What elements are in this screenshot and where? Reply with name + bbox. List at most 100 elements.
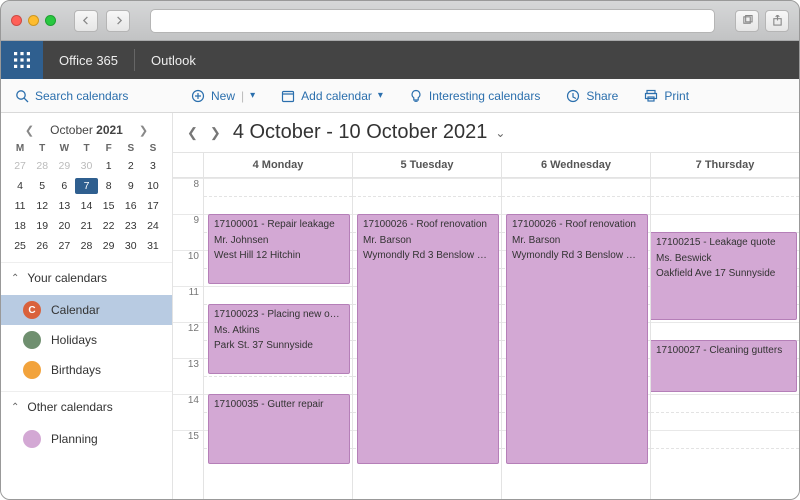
day-column[interactable]: 17100026 - Roof renovationMr. BarsonWymo…: [352, 178, 501, 499]
day-column[interactable]: 17100026 - Roof renovationMr. BarsonWymo…: [501, 178, 650, 499]
close-window-button[interactable]: [11, 15, 22, 26]
mini-cal-day[interactable]: 8: [98, 178, 120, 194]
time-ruler: 89101112131415: [173, 178, 203, 499]
search-icon: [15, 89, 29, 103]
day-header[interactable]: 6 Wednesday: [501, 153, 650, 177]
mini-cal-day[interactable]: 27: [53, 238, 75, 254]
mini-cal-day[interactable]: 20: [53, 218, 75, 234]
calendar-item-birthdays[interactable]: Birthdays: [1, 355, 172, 385]
search-calendars[interactable]: Search calendars: [15, 89, 165, 103]
calendar-item-primary[interactable]: C Calendar: [1, 295, 172, 325]
mini-cal-day[interactable]: 13: [53, 198, 75, 214]
window-titlebar: [1, 1, 799, 41]
hour-label: 11: [173, 286, 203, 322]
lightbulb-icon: [409, 89, 423, 103]
tabs-button[interactable]: [735, 10, 759, 32]
mini-cal-day[interactable]: 30: [75, 158, 97, 174]
mini-cal-day[interactable]: 28: [31, 158, 53, 174]
mini-cal-day[interactable]: 26: [31, 238, 53, 254]
other-calendars-header[interactable]: ⌃ Other calendars: [1, 391, 172, 422]
mini-cal-day[interactable]: 15: [98, 198, 120, 214]
print-button[interactable]: Print: [644, 89, 689, 103]
mini-cal-day[interactable]: 23: [120, 218, 142, 234]
calendar-item-planning[interactable]: Planning: [1, 424, 172, 454]
mini-cal-day[interactable]: 29: [53, 158, 75, 174]
mini-cal-day[interactable]: 6: [53, 178, 75, 194]
app-brand[interactable]: Outlook: [135, 41, 212, 79]
week-grid: 89101112131415 17100001 - Repair leakage…: [173, 178, 799, 499]
range-title-dropdown[interactable]: 4 October - 10 October 2021 ⌄: [233, 121, 506, 144]
nav-forward-button[interactable]: [106, 10, 130, 32]
calendar-event[interactable]: 17100001 - Repair leakageMr. JohnsenWest…: [208, 214, 350, 284]
mini-cal-day[interactable]: 25: [9, 238, 31, 254]
day-header[interactable]: 7 Thursday: [650, 153, 799, 177]
mini-cal-title: October 2021: [50, 123, 123, 137]
mini-cal-day[interactable]: 21: [75, 218, 97, 234]
range-prev-button[interactable]: ❮: [187, 125, 198, 141]
mini-cal-day-header: T: [75, 143, 97, 154]
mini-cal-day[interactable]: 22: [98, 218, 120, 234]
mini-cal-day[interactable]: 7: [75, 178, 97, 194]
mini-cal-day[interactable]: 29: [98, 238, 120, 254]
mini-cal-day[interactable]: 30: [120, 238, 142, 254]
calendar-label: Birthdays: [51, 363, 101, 377]
day-column[interactable]: 17100215 - Leakage quoteMs. BeswickOakfi…: [650, 178, 799, 499]
event-contact: Ms. Beswick: [656, 252, 791, 266]
share-system-button[interactable]: [765, 10, 789, 32]
hour-label: 14: [173, 394, 203, 430]
mini-cal-day-header: W: [53, 143, 75, 154]
day-header[interactable]: 4 Monday: [203, 153, 352, 177]
chevron-down-icon: ⌄: [495, 126, 505, 140]
mini-cal-day[interactable]: 10: [142, 178, 164, 194]
interesting-calendars-button[interactable]: Interesting calendars: [409, 89, 540, 103]
calendar-event[interactable]: 17100026 - Roof renovationMr. BarsonWymo…: [506, 214, 648, 464]
calendar-event[interactable]: 17100035 - Gutter repair: [208, 394, 350, 464]
suite-brand[interactable]: Office 365: [43, 41, 134, 79]
calendar-item-holidays[interactable]: Holidays: [1, 325, 172, 355]
new-event-button[interactable]: New |▾: [191, 89, 255, 103]
mini-cal-day-header: S: [142, 143, 164, 154]
mini-cal-next[interactable]: ❯: [139, 124, 148, 137]
nav-back-button[interactable]: [74, 10, 98, 32]
day-header[interactable]: 5 Tuesday: [352, 153, 501, 177]
mini-cal-day[interactable]: 3: [142, 158, 164, 174]
mini-cal-day[interactable]: 28: [75, 238, 97, 254]
calendar-event[interactable]: 17100215 - Leakage quoteMs. BeswickOakfi…: [651, 232, 797, 320]
minimize-window-button[interactable]: [28, 15, 39, 26]
share-button[interactable]: Share: [566, 89, 618, 103]
mini-cal-day[interactable]: 4: [9, 178, 31, 194]
mini-cal-day[interactable]: 24: [142, 218, 164, 234]
mini-cal-day[interactable]: 12: [31, 198, 53, 214]
calendar-add-icon: [281, 89, 295, 103]
range-next-button[interactable]: ❯: [210, 125, 221, 141]
mini-cal-day[interactable]: 5: [31, 178, 53, 194]
mini-cal-day[interactable]: 31: [142, 238, 164, 254]
search-placeholder: Search calendars: [35, 89, 128, 103]
app-launcher-button[interactable]: [1, 41, 43, 79]
address-bar[interactable]: [150, 9, 715, 33]
mini-cal-day[interactable]: 9: [120, 178, 142, 194]
mini-cal-day[interactable]: 18: [9, 218, 31, 234]
add-calendar-button[interactable]: Add calendar ▾: [281, 89, 383, 103]
chevron-up-icon: ⌃: [11, 402, 19, 413]
mini-cal-day[interactable]: 1: [98, 158, 120, 174]
calendar-label: Holidays: [51, 333, 97, 347]
mini-cal-day[interactable]: 27: [9, 158, 31, 174]
mini-cal-day[interactable]: 11: [9, 198, 31, 214]
mini-cal-day[interactable]: 14: [75, 198, 97, 214]
day-column[interactable]: 17100001 - Repair leakageMr. JohnsenWest…: [203, 178, 352, 499]
chevron-up-icon: ⌃: [11, 273, 19, 284]
mini-cal-day[interactable]: 16: [120, 198, 142, 214]
share-icon: [566, 89, 580, 103]
calendar-event[interactable]: 17100027 - Cleaning gutters: [651, 340, 797, 392]
your-calendars-header[interactable]: ⌃ Your calendars: [1, 262, 172, 293]
sidebar: ❮ October 2021 ❯ MTWTFSS2728293012345678…: [1, 113, 173, 499]
mini-cal-day[interactable]: 17: [142, 198, 164, 214]
mini-cal-day[interactable]: 2: [120, 158, 142, 174]
day-headers-row: 4 Monday 5 Tuesday 6 Wednesday 7 Thursda…: [173, 152, 799, 178]
calendar-event[interactable]: 17100026 - Roof renovationMr. BarsonWymo…: [357, 214, 499, 464]
mini-cal-prev[interactable]: ❮: [25, 124, 34, 137]
maximize-window-button[interactable]: [45, 15, 56, 26]
mini-cal-day[interactable]: 19: [31, 218, 53, 234]
calendar-event[interactable]: 17100023 - Placing new outside tapMs. At…: [208, 304, 350, 374]
